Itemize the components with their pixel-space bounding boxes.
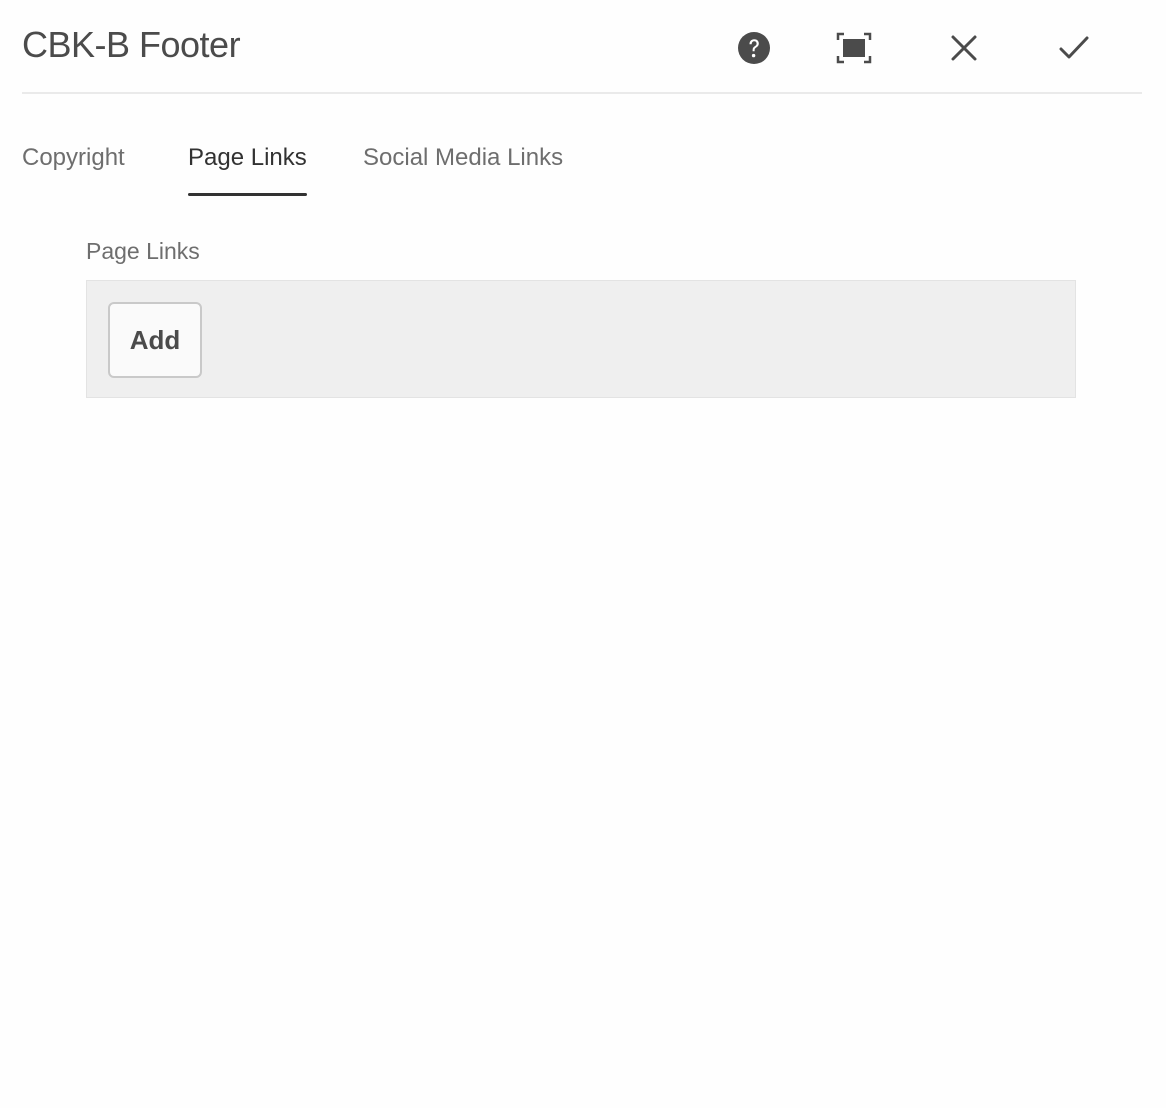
dialog-title: CBK-B Footer — [22, 24, 241, 65]
done-button[interactable] — [1052, 26, 1096, 70]
add-button[interactable]: Add — [108, 302, 202, 378]
close-button[interactable] — [942, 26, 986, 70]
page-links-label: Page Links — [86, 238, 200, 264]
tab-copyright[interactable]: Copyright — [22, 144, 125, 196]
help-button[interactable] — [732, 26, 776, 70]
tab-social-media-links[interactable]: Social Media Links — [363, 144, 563, 196]
dialog: CBK-B Footer Copyright Page Links Social… — [0, 0, 1166, 1108]
tab-list: Copyright Page Links Social Media Links — [22, 130, 722, 196]
fullscreen-button[interactable] — [832, 26, 876, 70]
checkmark-icon — [1059, 36, 1089, 59]
dialog-header: CBK-B Footer — [22, 0, 1142, 94]
tab-page-links[interactable]: Page Links — [188, 144, 307, 196]
close-icon — [951, 35, 977, 61]
page-links-multifield: Add — [86, 280, 1076, 398]
fullscreen-icon — [836, 32, 872, 64]
help-circle-icon — [738, 32, 770, 64]
